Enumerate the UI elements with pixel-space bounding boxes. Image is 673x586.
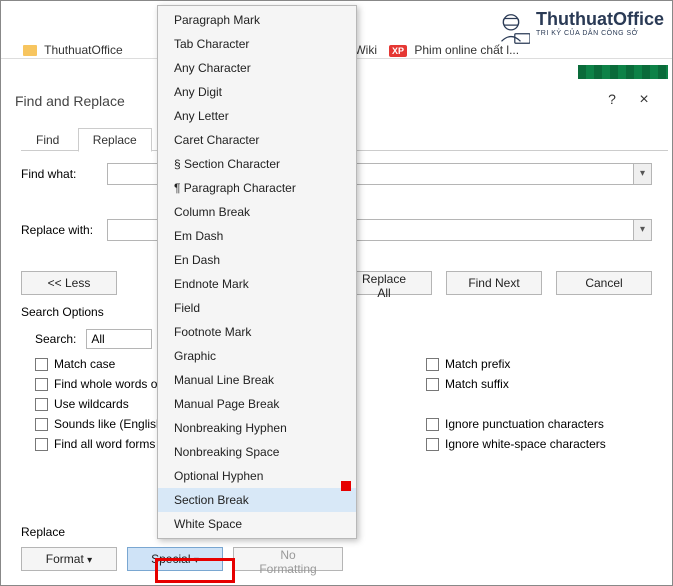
checkbox-label: Ignore punctuation characters: [445, 417, 604, 431]
checkbox-label: Match prefix: [445, 357, 510, 371]
menu-item-column-break[interactable]: Column Break: [158, 200, 356, 224]
menu-item-tab-character[interactable]: Tab Character: [158, 32, 356, 56]
tab-label: Replace: [93, 133, 137, 147]
checkbox-label: Use wildcards: [54, 397, 129, 411]
menu-item-optional-hyphen[interactable]: Optional Hyphen: [158, 464, 356, 488]
menu-item-footnote-mark[interactable]: Footnote Mark: [158, 320, 356, 344]
checkbox-icon: [35, 418, 48, 431]
button-label: Special: [151, 552, 190, 566]
checkbox-icon: [35, 378, 48, 391]
checkbox-icon: [426, 378, 439, 391]
checkbox-label: Match case: [54, 357, 115, 371]
button-label: Cancel: [585, 276, 622, 290]
button-label: << Less: [48, 276, 91, 290]
brand-logo: ThuthuatOffice TRI KỶ CỦA DÂN CÔNG SỞ: [536, 9, 664, 37]
search-direction-select[interactable]: All: [86, 329, 152, 349]
menu-item--section-character[interactable]: § Section Character: [158, 152, 356, 176]
chevron-down-icon[interactable]: ▾: [633, 164, 651, 184]
menu-item-nonbreaking-space[interactable]: Nonbreaking Space: [158, 440, 356, 464]
button-label: Replace All: [362, 272, 406, 300]
less-button[interactable]: << Less: [21, 271, 117, 295]
menu-item-any-digit[interactable]: Any Digit: [158, 80, 356, 104]
menu-item-em-dash[interactable]: Em Dash: [158, 224, 356, 248]
menu-item-en-dash[interactable]: En Dash: [158, 248, 356, 272]
menu-item-section-break[interactable]: Section Break: [158, 488, 356, 512]
tab-replace[interactable]: Replace: [78, 128, 152, 152]
xp-badge: XP: [389, 45, 407, 57]
button-label: Find Next: [468, 276, 519, 290]
decorative-bar: [578, 65, 668, 79]
button-label: No Formatting: [259, 548, 316, 576]
menu-item-any-letter[interactable]: Any Letter: [158, 104, 356, 128]
check-ignore-ws[interactable]: Ignore white-space characters: [426, 437, 606, 451]
find-what-label: Find what:: [21, 167, 99, 181]
menu-item-white-space[interactable]: White Space: [158, 512, 356, 536]
checkbox-icon: [35, 438, 48, 451]
check-ignore-punct[interactable]: Ignore punctuation characters: [426, 417, 606, 431]
checkbox-icon: [426, 418, 439, 431]
checkbox-label: Sounds like (English): [54, 417, 167, 431]
checkbox-icon: [426, 358, 439, 371]
cancel-button[interactable]: Cancel: [556, 271, 652, 295]
no-formatting-button[interactable]: No Formatting: [233, 547, 343, 571]
checkbox-label: Find whole words only: [54, 377, 173, 391]
search-label: Search:: [35, 332, 76, 346]
special-button[interactable]: Special: [127, 547, 223, 571]
menu-item-paragraph-mark[interactable]: Paragraph Mark: [158, 8, 356, 32]
menu-item-manual-line-break[interactable]: Manual Line Break: [158, 368, 356, 392]
find-next-button[interactable]: Find Next: [446, 271, 542, 295]
checkbox-label: Match suffix: [445, 377, 509, 391]
tab-find[interactable]: Find: [21, 128, 74, 152]
menu-item-caret-character[interactable]: Caret Character: [158, 128, 356, 152]
help-button[interactable]: ?: [602, 91, 622, 111]
check-match-suffix[interactable]: Match suffix: [426, 377, 606, 391]
check-match-prefix[interactable]: Match prefix: [426, 357, 606, 371]
bookmark-thuthuat[interactable]: ThuthuatOffice: [23, 43, 123, 57]
menu-item-endnote-mark[interactable]: Endnote Mark: [158, 272, 356, 296]
brand-name: ThuthuatOffice: [536, 9, 664, 30]
button-label: Format: [46, 552, 84, 566]
logo-illustration: [492, 9, 530, 47]
select-value: All: [91, 332, 104, 346]
options-col-right: Match prefix Match suffix Ignore punctua…: [426, 357, 606, 451]
checkbox-label: Ignore white-space characters: [445, 437, 606, 451]
menu-item--paragraph-character[interactable]: ¶ Paragraph Character: [158, 176, 356, 200]
highlight-marker: [341, 481, 351, 491]
tab-label: Find: [36, 133, 59, 147]
menu-item-graphic[interactable]: Graphic: [158, 344, 356, 368]
special-menu: Paragraph MarkTab CharacterAny Character…: [157, 5, 357, 539]
menu-item-nonbreaking-hyphen[interactable]: Nonbreaking Hyphen: [158, 416, 356, 440]
menu-item-any-character[interactable]: Any Character: [158, 56, 356, 80]
replace-with-label: Replace with:: [21, 223, 99, 237]
menu-item-manual-page-break[interactable]: Manual Page Break: [158, 392, 356, 416]
checkbox-icon: [35, 398, 48, 411]
folder-icon: [23, 45, 37, 56]
menu-item-field[interactable]: Field: [158, 296, 356, 320]
chevron-down-icon[interactable]: ▾: [633, 220, 651, 240]
format-button[interactable]: Format: [21, 547, 117, 571]
checkbox-icon: [426, 438, 439, 451]
checkbox-icon: [35, 358, 48, 371]
close-button[interactable]: ×: [634, 91, 654, 111]
brand-tagline: TRI KỶ CỦA DÂN CÔNG SỞ: [536, 30, 664, 37]
bookmark-label: ThuthuatOffice: [44, 43, 123, 57]
